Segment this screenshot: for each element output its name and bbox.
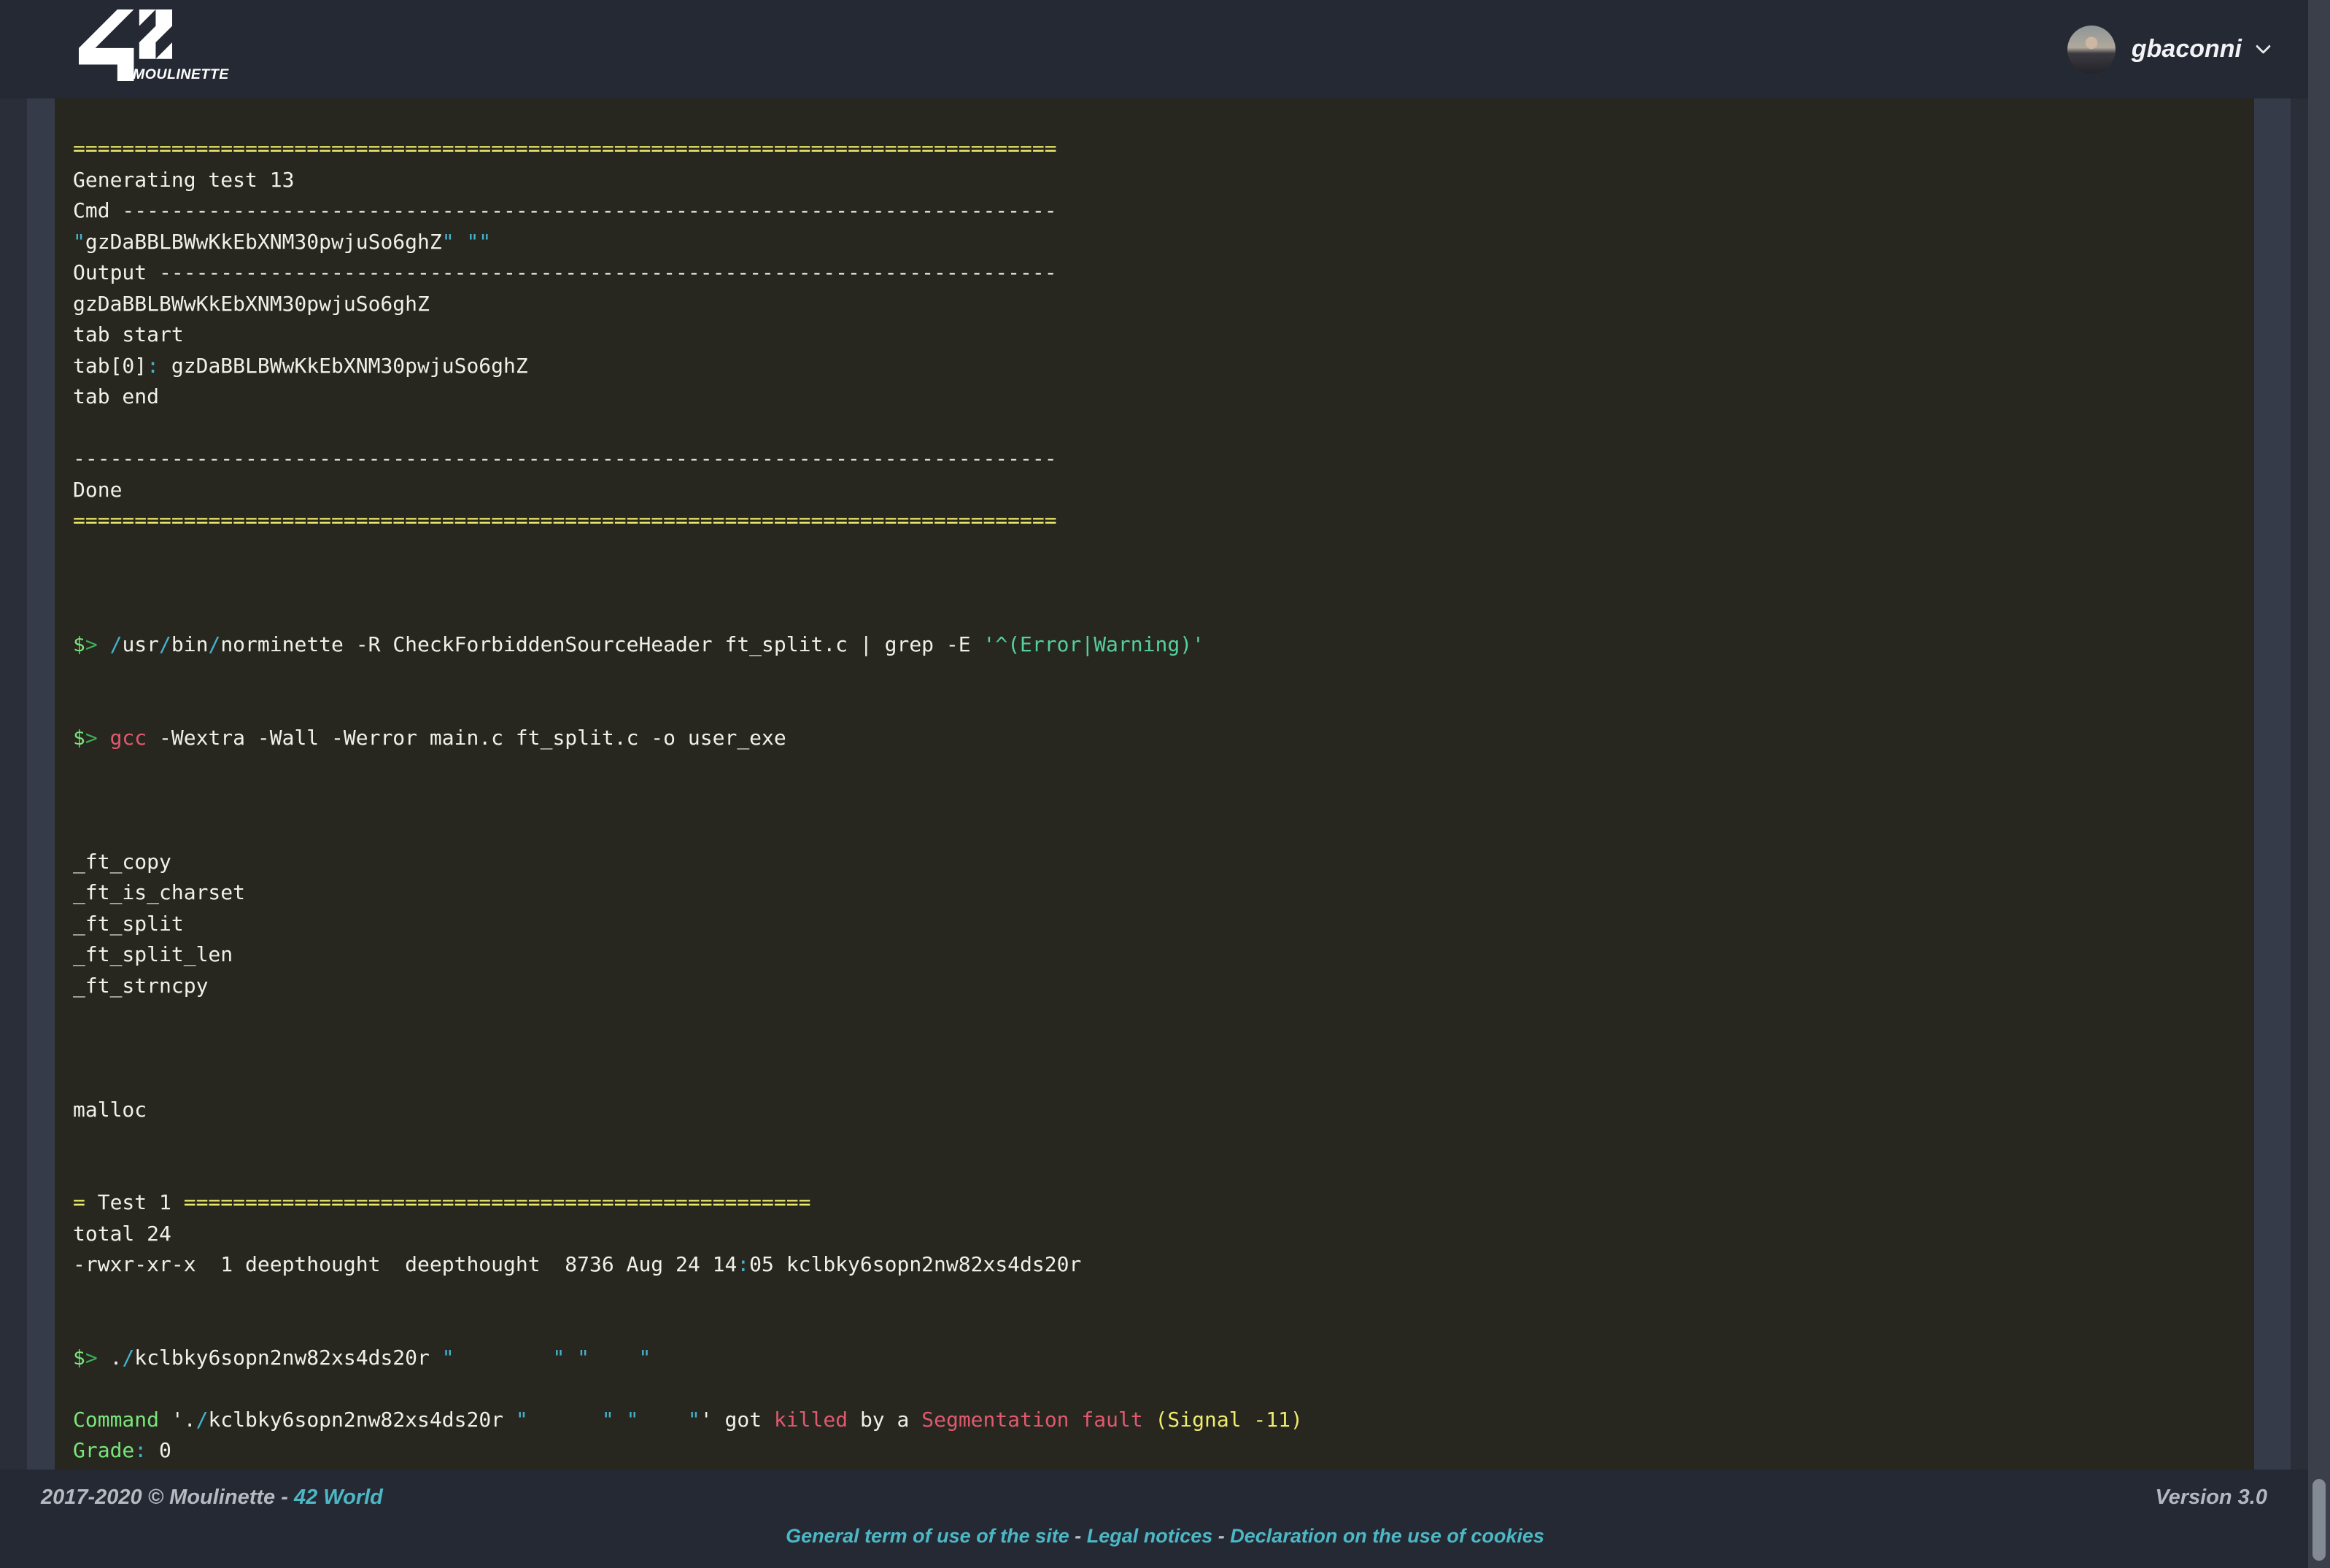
user-menu[interactable]: gbaconni (2067, 26, 2269, 74)
terminal-line: Command './kclbky6sopn2nw82xs4ds20r " " … (73, 1405, 2254, 1436)
terminal-line: ========================================… (73, 505, 2254, 537)
terminal-line (73, 599, 2254, 630)
copyright-text: 2017-2020 © Moulinette - (41, 1486, 294, 1509)
header: MOULINETTE gbaconni (0, 0, 2330, 98)
footer-link-separator: - (1069, 1525, 1087, 1547)
chevron-down-icon[interactable] (2256, 39, 2271, 54)
terminal-line: _ft_split_len (73, 939, 2254, 971)
terminal-line: -rwxr-xr-x 1 deepthought deepthought 873… (73, 1249, 2254, 1281)
terminal-line (73, 691, 2254, 723)
terminal-line (73, 815, 2254, 847)
terminal-line (73, 1157, 2254, 1188)
terminal-line: gzDaBBLBWwKkEbXNM30pwjuSo6ghZ (73, 289, 2254, 320)
terminal-line (73, 1125, 2254, 1157)
footer-link[interactable]: Declaration on the use of cookies (1230, 1525, 1544, 1547)
terminal-line: _ft_strncpy (73, 971, 2254, 1002)
page-scrollbar[interactable] (2308, 0, 2330, 1568)
terminal-line: $> ./kclbky6sopn2nw82xs4ds20r " " " " (73, 1343, 2254, 1374)
terminal-line (73, 537, 2254, 568)
terminal-line: Generating test 13 (73, 165, 2254, 196)
terminal-line: ========================================… (73, 133, 2254, 165)
42-moulinette-logo[interactable]: MOULINETTE (79, 8, 232, 96)
terminal-line: total 24 (73, 1219, 2254, 1250)
terminal-line: tab[0]: gzDaBBLBWwKkEbXNM30pwjuSo6ghZ (73, 351, 2254, 382)
terminal-line: _ft_copy (73, 847, 2254, 878)
left-gutter (27, 98, 55, 1470)
terminal-line (73, 1311, 2254, 1343)
terminal-line (73, 1033, 2254, 1064)
terminal-line: $> /usr/bin/norminette -R CheckForbidden… (73, 629, 2254, 661)
terminal-line: Grade: 0 (73, 1435, 2254, 1467)
username: gbaconni (2132, 35, 2242, 63)
terminal-line: _ft_is_charset (73, 877, 2254, 909)
terminal-line: malloc (73, 1095, 2254, 1126)
terminal-line: = Test 1 ===============================… (73, 1187, 2254, 1219)
terminal-output: ========================================… (55, 98, 2254, 1470)
terminal-line (73, 1281, 2254, 1312)
terminal-line (73, 1373, 2254, 1405)
footer-link-separator: - (1212, 1525, 1230, 1547)
terminal-line: tab start (73, 319, 2254, 351)
terminal-line (73, 413, 2254, 444)
terminal-line (73, 753, 2254, 785)
terminal-line (73, 1063, 2254, 1095)
footer-version: Version 3.0 (2155, 1486, 2267, 1510)
footer-links: General term of use of the site - Legal … (0, 1525, 2330, 1548)
footer-copyright: 2017-2020 © Moulinette - 42 World (41, 1486, 383, 1510)
terminal-line: Cmd ------------------------------------… (73, 195, 2254, 227)
logo-subtitle: MOULINETTE (133, 66, 229, 83)
avatar[interactable] (2067, 26, 2116, 74)
terminal-line (73, 567, 2254, 599)
footer-link[interactable]: General term of use of the site (786, 1525, 1069, 1547)
terminal-line: Output ---------------------------------… (73, 257, 2254, 289)
terminal-line (73, 661, 2254, 692)
terminal-line (73, 785, 2254, 816)
footer-link-42-world[interactable]: 42 World (294, 1486, 383, 1509)
terminal-line: "gzDaBBLBWwKkEbXNM30pwjuSo6ghZ" "" (73, 227, 2254, 258)
terminal-scroll-track[interactable] (2254, 98, 2291, 1470)
terminal-line: _ft_split (73, 909, 2254, 940)
terminal-line: ----------------------------------------… (73, 443, 2254, 475)
terminal-line (73, 1001, 2254, 1033)
terminal-line: tab end (73, 381, 2254, 413)
main-content: ========================================… (0, 98, 2330, 1470)
terminal-line: Done (73, 475, 2254, 506)
footer: 2017-2020 © Moulinette - 42 World Versio… (0, 1470, 2330, 1568)
terminal-line: $> gcc -Wextra -Wall -Werror main.c ft_s… (73, 723, 2254, 754)
page-scrollbar-thumb[interactable] (2312, 1479, 2326, 1561)
footer-link[interactable]: Legal notices (1087, 1525, 1213, 1547)
